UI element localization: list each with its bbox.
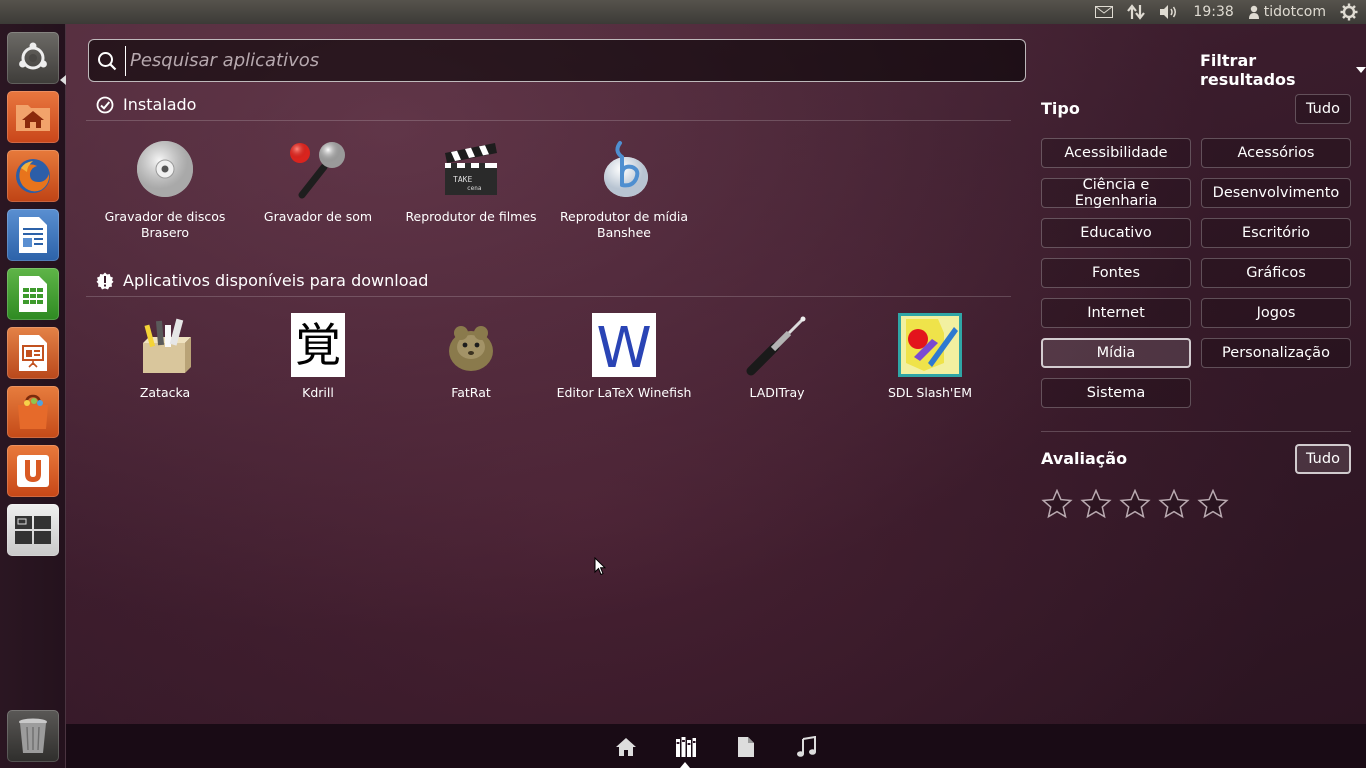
filter-rating-label: Avaliação bbox=[1041, 449, 1128, 468]
filter-option-internet[interactable]: Internet bbox=[1041, 298, 1191, 328]
trash-icon[interactable] bbox=[7, 710, 59, 762]
check-circle-icon bbox=[96, 96, 114, 114]
user-name: tidotcom bbox=[1263, 4, 1326, 20]
zatacka-icon bbox=[133, 313, 197, 377]
impress-icon[interactable] bbox=[7, 327, 59, 379]
mouse-cursor-icon bbox=[594, 556, 607, 580]
search-input[interactable] bbox=[125, 45, 1005, 76]
network-icon[interactable] bbox=[1127, 0, 1146, 24]
calc-icon[interactable] bbox=[7, 268, 59, 320]
clock[interactable]: 19:38 bbox=[1193, 0, 1233, 24]
filter-option-sistema[interactable]: Sistema bbox=[1041, 378, 1191, 408]
app-label: Zatacka bbox=[139, 385, 191, 400]
app-label: SDL Slash'EM bbox=[887, 385, 973, 400]
app-label: FatRat bbox=[451, 385, 491, 400]
filter-type-all-button[interactable]: Tudo bbox=[1295, 94, 1351, 124]
svg-text:TAKE: TAKE bbox=[453, 175, 472, 184]
ubuntu-one-icon[interactable] bbox=[7, 445, 59, 497]
app-label: LADITray bbox=[749, 385, 805, 400]
app-label: Reprodutor de filmes bbox=[405, 209, 537, 224]
filter-type-label: Tipo bbox=[1041, 99, 1080, 118]
app-sound-recorder[interactable]: Gravador de som bbox=[248, 137, 388, 225]
section-installed-title: Instalado bbox=[123, 95, 197, 114]
filter-option-midia[interactable]: Mídia bbox=[1041, 338, 1191, 368]
app-zatacka[interactable]: Zatacka bbox=[95, 313, 235, 401]
app-label: Gravador de som bbox=[263, 209, 373, 224]
rating-star-2[interactable] bbox=[1080, 488, 1112, 523]
rating-star-4[interactable] bbox=[1158, 488, 1190, 523]
filter-results-toggle[interactable]: Filtrar resultados bbox=[1200, 51, 1366, 89]
workspace-switcher-icon[interactable] bbox=[7, 504, 59, 556]
filter-option-ciencia-engenharia[interactable]: Ciência e Engenharia bbox=[1041, 177, 1191, 209]
app-winefish[interactable]: W Editor LaTeX Winefish bbox=[554, 313, 694, 401]
slashem-icon bbox=[898, 313, 962, 377]
svg-text:W: W bbox=[596, 316, 651, 377]
writer-icon[interactable] bbox=[7, 209, 59, 261]
clapperboard-icon: TAKE cena bbox=[439, 137, 503, 201]
files-icon[interactable] bbox=[7, 91, 59, 143]
active-lens-indicator bbox=[680, 762, 690, 768]
app-movie-player[interactable]: TAKE cena Reprodutor de filmes bbox=[401, 137, 541, 225]
rating-star-1[interactable] bbox=[1041, 488, 1073, 523]
app-label: Gravador de discos Brasero bbox=[104, 209, 226, 240]
launcher bbox=[0, 24, 66, 768]
volume-icon[interactable] bbox=[1159, 0, 1179, 24]
dash-home-icon[interactable] bbox=[7, 32, 59, 84]
lens-bar bbox=[66, 724, 1366, 768]
app-fatrat[interactable]: FatRat bbox=[401, 313, 541, 401]
files-lens-icon[interactable] bbox=[733, 734, 759, 760]
dash-panel: Instalado Gravador de discos Brasero Gra… bbox=[66, 24, 1366, 724]
app-laditray[interactable]: LADITray bbox=[707, 313, 847, 401]
rating-star-3[interactable] bbox=[1119, 488, 1151, 523]
rat-icon bbox=[439, 313, 503, 377]
section-installed[interactable]: Instalado bbox=[96, 95, 196, 114]
filter-option-educativo[interactable]: Educativo bbox=[1041, 218, 1191, 248]
session-gear-icon[interactable] bbox=[1340, 0, 1358, 24]
svg-text:覚: 覚 bbox=[295, 318, 341, 372]
top-panel: 19:38 tidotcom bbox=[0, 0, 1366, 24]
rating-star-5[interactable] bbox=[1197, 488, 1229, 523]
mail-icon[interactable] bbox=[1095, 0, 1114, 24]
chevron-down-icon bbox=[1356, 67, 1366, 73]
app-brasero[interactable]: Gravador de discos Brasero bbox=[95, 137, 235, 241]
filter-header-label: Filtrar resultados bbox=[1200, 51, 1296, 89]
app-label: Reprodutor de mídia Banshee bbox=[559, 209, 689, 240]
filter-option-jogos[interactable]: Jogos bbox=[1201, 298, 1351, 328]
search-box bbox=[88, 39, 1026, 82]
user-menu[interactable]: tidotcom bbox=[1248, 0, 1326, 24]
filter-option-acessibilidade[interactable]: Acessibilidade bbox=[1041, 138, 1191, 168]
search-icon bbox=[97, 51, 117, 71]
winefish-icon: W bbox=[592, 313, 656, 377]
section-available-title: Aplicativos disponíveis para download bbox=[123, 271, 429, 290]
app-label: Kdrill bbox=[302, 385, 334, 400]
app-kdrill[interactable]: 覚 Kdrill bbox=[248, 313, 388, 401]
home-lens-icon[interactable] bbox=[613, 734, 639, 760]
banshee-icon bbox=[592, 137, 656, 201]
filter-rating-all-button[interactable]: Tudo bbox=[1295, 444, 1351, 474]
user-icon bbox=[1248, 5, 1260, 19]
kdrill-icon: 覚 bbox=[286, 313, 350, 377]
section-divider bbox=[86, 120, 1011, 121]
section-available[interactable]: Aplicativos disponíveis para download bbox=[96, 271, 428, 290]
badge-alert-icon bbox=[96, 272, 114, 290]
filter-option-acessorios[interactable]: Acessórios bbox=[1201, 138, 1351, 168]
firefox-icon[interactable] bbox=[7, 150, 59, 202]
filter-option-desenvolvimento[interactable]: Desenvolvimento bbox=[1201, 178, 1351, 208]
app-banshee[interactable]: Reprodutor de mídia Banshee bbox=[554, 137, 694, 241]
microphone-icon bbox=[286, 137, 350, 201]
music-lens-icon[interactable] bbox=[793, 734, 819, 760]
applications-lens-icon[interactable] bbox=[673, 734, 699, 760]
svg-text:cena: cena bbox=[467, 185, 482, 192]
jack-plug-icon bbox=[745, 313, 809, 377]
filter-divider bbox=[1041, 431, 1351, 432]
filter-option-personalizacao[interactable]: Personalização bbox=[1201, 338, 1351, 368]
filter-option-fontes[interactable]: Fontes bbox=[1041, 258, 1191, 288]
disc-icon bbox=[133, 137, 197, 201]
filter-option-graficos[interactable]: Gráficos bbox=[1201, 258, 1351, 288]
software-center-icon[interactable] bbox=[7, 386, 59, 438]
filter-option-escritorio[interactable]: Escritório bbox=[1201, 218, 1351, 248]
app-slashem[interactable]: SDL Slash'EM bbox=[860, 313, 1000, 401]
section-divider bbox=[86, 296, 1011, 297]
app-label: Editor LaTeX Winefish bbox=[556, 385, 692, 400]
